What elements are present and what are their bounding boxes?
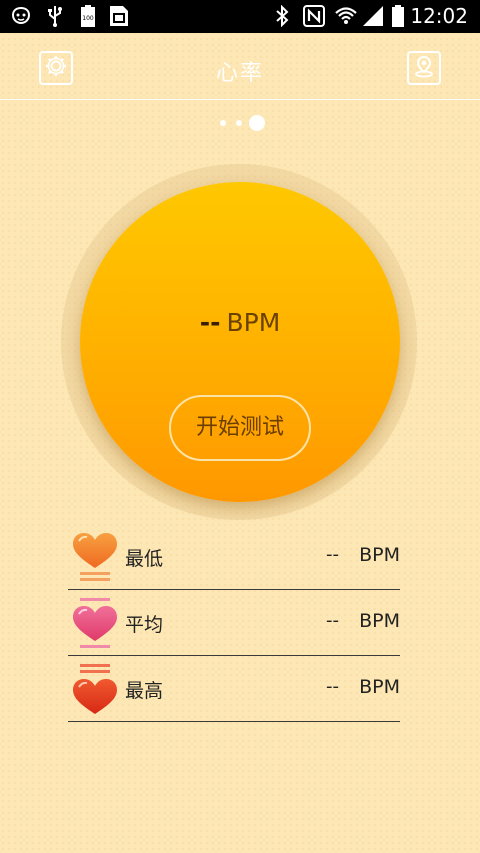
stat-label-max: 最高 xyxy=(125,680,164,702)
nfc-icon xyxy=(302,5,326,27)
page-indicator xyxy=(0,114,480,132)
battery-100-icon: 100 xyxy=(78,5,98,27)
bpm-unit: BPM xyxy=(226,308,281,337)
app-header: 心率 xyxy=(0,33,480,100)
battery-icon xyxy=(390,5,406,27)
stat-row-min: 最低 -- BPM xyxy=(68,524,400,590)
bpm-value: -- xyxy=(199,308,221,337)
stat-value-avg: -- xyxy=(326,610,339,631)
stat-unit-max: BPM xyxy=(359,676,400,698)
stat-unit-min: BPM xyxy=(359,544,400,566)
bluetooth-icon xyxy=(272,5,292,27)
stat-unit-avg: BPM xyxy=(359,610,400,632)
stat-label-min: 最低 xyxy=(125,548,164,570)
location-icon xyxy=(412,54,436,82)
stat-row-avg: 平均 -- BPM xyxy=(68,590,400,656)
stat-value-max: -- xyxy=(326,676,339,697)
page-dot-2[interactable] xyxy=(236,120,242,126)
heart-min-icon xyxy=(70,530,120,584)
location-button[interactable] xyxy=(407,51,441,85)
stat-label-avg: 平均 xyxy=(125,614,164,636)
stat-value-min: -- xyxy=(326,544,339,565)
heart-avg-icon xyxy=(70,596,120,650)
sim-icon xyxy=(108,5,130,27)
wifi-icon xyxy=(334,5,358,27)
bpm-readout: -- BPM xyxy=(80,308,400,337)
start-test-button[interactable]: 开始测试 xyxy=(169,395,311,461)
usb-icon xyxy=(44,5,66,27)
signal-icon xyxy=(362,5,384,27)
page-dot-3-active[interactable] xyxy=(249,115,265,131)
status-time: 12:02 xyxy=(410,4,468,28)
stat-row-max: 最高 -- BPM xyxy=(68,656,400,722)
battery-level: 100 xyxy=(82,15,94,22)
heart-max-icon xyxy=(70,662,120,716)
page-dot-1[interactable] xyxy=(220,120,226,126)
cat-icon xyxy=(8,5,34,27)
status-bar: 100 12:02 xyxy=(0,0,480,33)
